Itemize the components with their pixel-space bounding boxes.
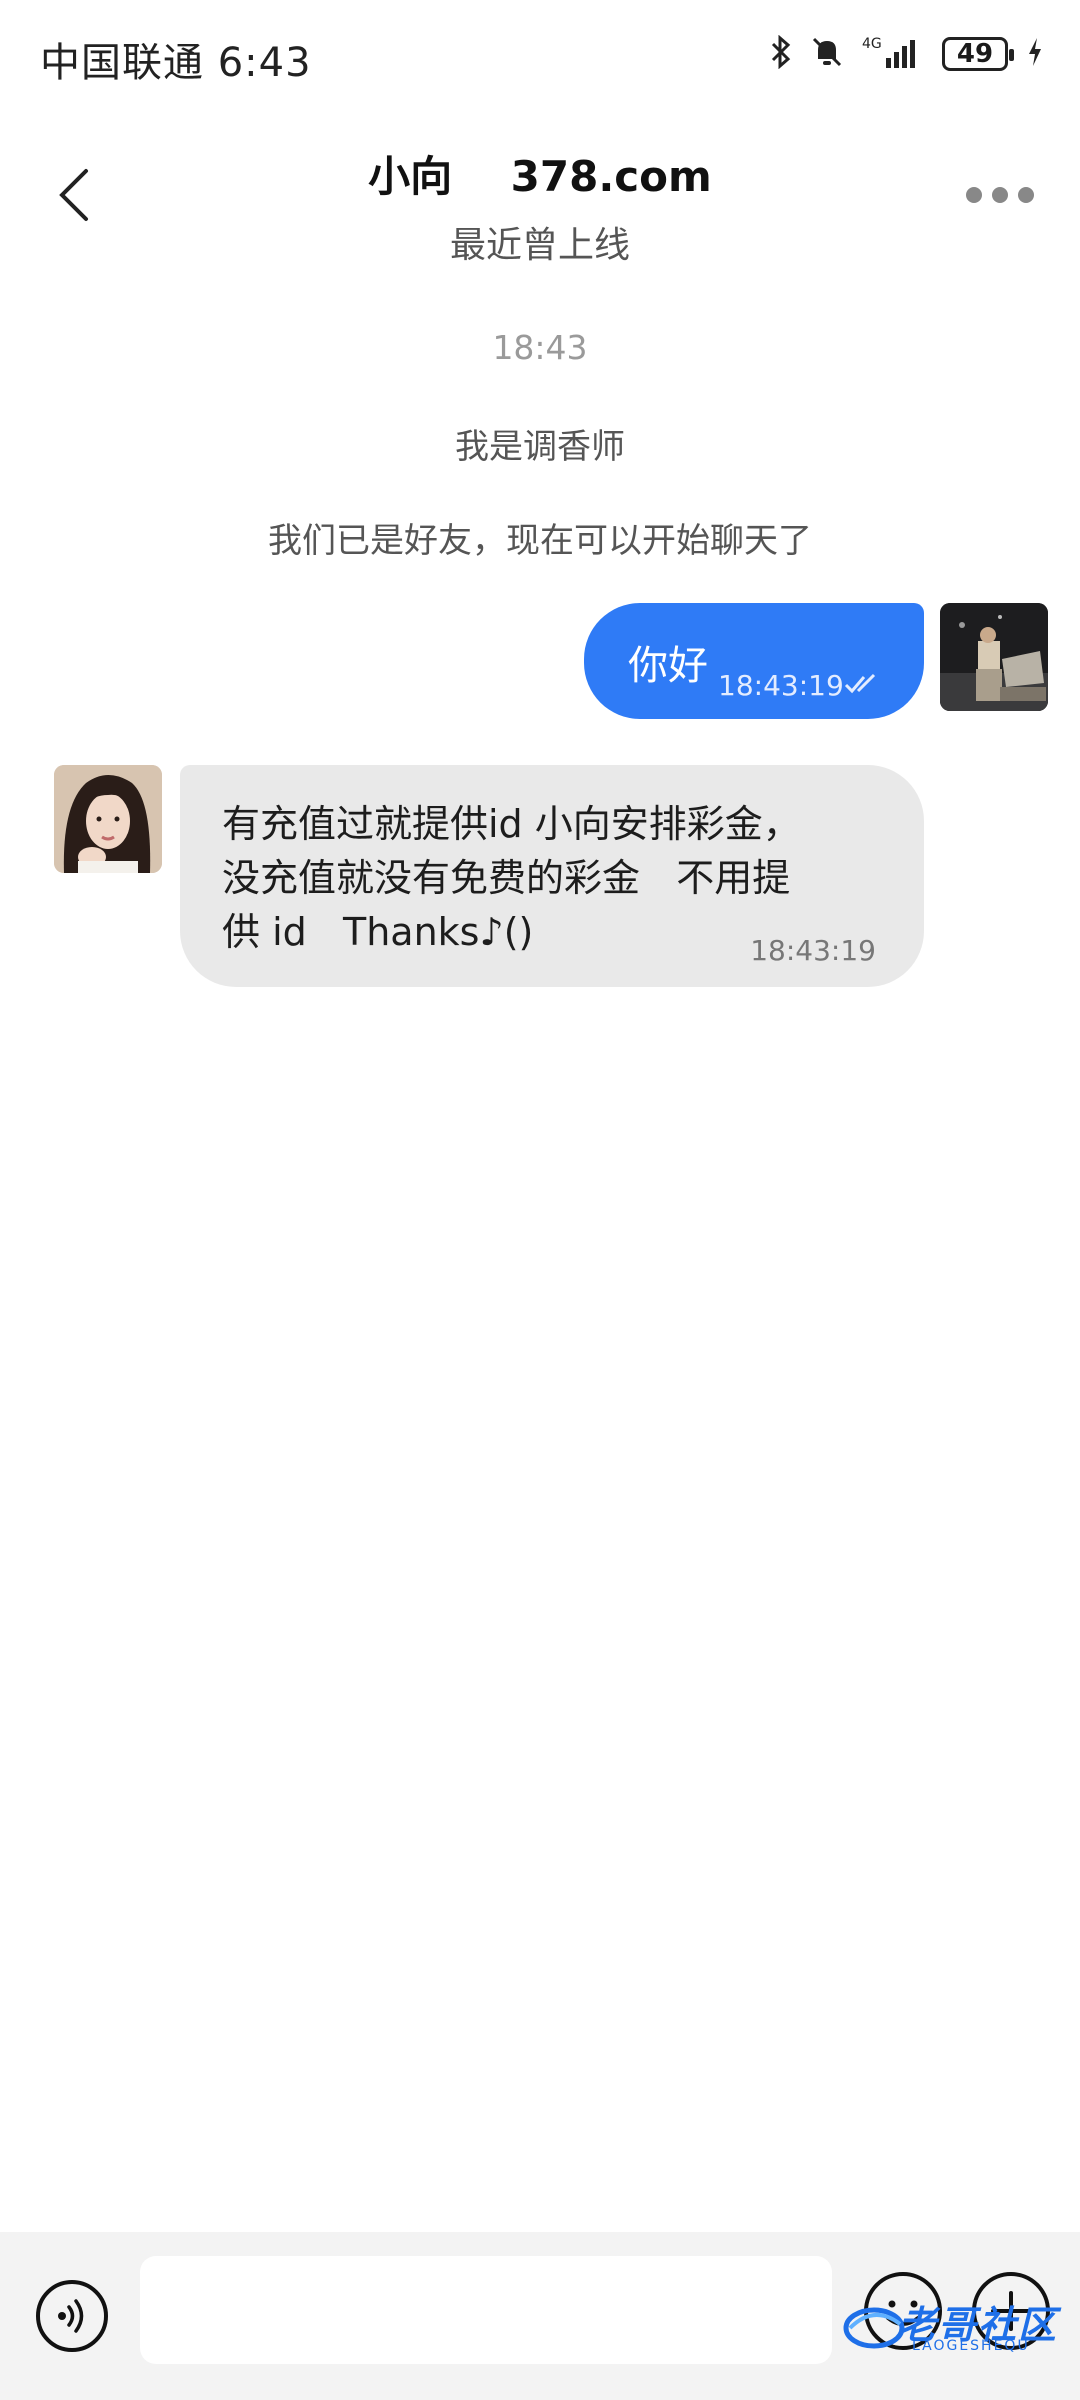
- incoming-message-bubble[interactable]: 有充值过就提供id 小向安排彩金， 没充值就没有免费的彩金 不用提 供 id T…: [180, 765, 924, 987]
- chat-header: 小向 378.com 最近曾上线: [0, 115, 1080, 275]
- page-title: 小向 378.com: [368, 152, 712, 201]
- voice-button[interactable]: [36, 2280, 108, 2352]
- signal-icon: 4G: [862, 34, 924, 74]
- carrier-time: 中国联通 6:43: [40, 40, 312, 86]
- chat-timestamp: 18:43: [492, 328, 588, 367]
- message-input[interactable]: [140, 2256, 832, 2364]
- battery-icon: 49: [942, 37, 1014, 71]
- message-time: 18:43:19: [718, 669, 844, 702]
- outgoing-message-bubble[interactable]: 你好 18:43:19: [584, 603, 924, 719]
- mute-bell-icon: [810, 35, 844, 73]
- friend-notice: 我们已是好友，现在可以开始聊天了: [268, 521, 812, 561]
- more-button[interactable]: [960, 175, 1040, 215]
- bluetooth-icon: [770, 34, 792, 73]
- message-text: 你好: [628, 643, 708, 689]
- double-check-icon: [844, 673, 882, 699]
- emoji-icon: [886, 2300, 920, 2326]
- plus-button[interactable]: [972, 2272, 1050, 2350]
- message-time: 18:43:19: [750, 934, 876, 967]
- my-avatar[interactable]: [940, 603, 1048, 711]
- emoji-button[interactable]: [864, 2272, 942, 2350]
- contact-bio: 我是调香师: [455, 427, 625, 467]
- more-dots-icon: [966, 187, 982, 203]
- voice-icon: [58, 2299, 84, 2333]
- charging-icon: [1026, 36, 1044, 72]
- status-icons: 4G 49: [770, 34, 1044, 74]
- online-status: 最近曾上线: [449, 225, 630, 266]
- title-block: 小向 378.com 最近曾上线: [0, 143, 1080, 268]
- input-bar: [0, 2232, 1080, 2400]
- contact-avatar[interactable]: [54, 765, 162, 873]
- network-label: 4G: [862, 36, 882, 52]
- more-dot: [992, 187, 1008, 203]
- more-dot: [1018, 187, 1034, 203]
- plus-icon: [991, 2291, 1031, 2331]
- status-bar: 中国联通 6:43 4G 49: [0, 0, 1080, 115]
